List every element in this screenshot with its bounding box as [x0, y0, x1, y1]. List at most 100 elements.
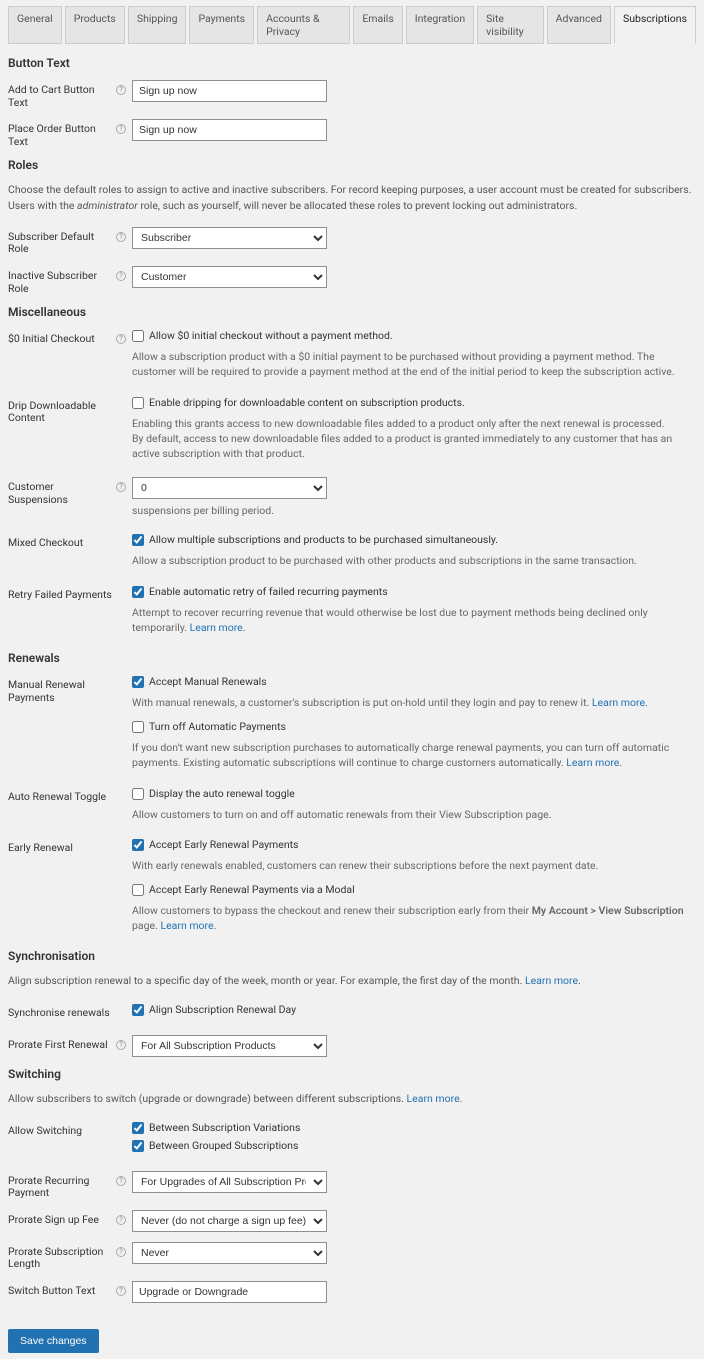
tab-emails[interactable]: Emails [353, 6, 402, 44]
turn-off-auto-checkbox[interactable] [132, 721, 144, 733]
help-icon[interactable]: ? [116, 85, 126, 95]
tab-advanced[interactable]: Advanced [547, 6, 611, 44]
label-customer-suspensions: Customer Suspensions [8, 477, 116, 506]
help-icon[interactable]: ? [116, 1286, 126, 1296]
section-title-switching: Switching [8, 1067, 696, 1081]
roles-description: Choose the default roles to assign to ac… [8, 182, 696, 212]
suspensions-help: suspensions per billing period. [132, 504, 696, 517]
drip-help: Enabling this grants access to new downl… [132, 416, 696, 462]
help-icon[interactable]: ? [116, 124, 126, 134]
prorate-recurring-select[interactable]: For Upgrades of All Subscription Product… [132, 1171, 327, 1193]
label-switch-button-text: Switch Button Text [8, 1281, 116, 1298]
label-prorate-sub-length: Prorate Subscription Length [8, 1242, 116, 1271]
help-icon[interactable]: ? [116, 1215, 126, 1225]
early-renewal-modal-help: Allow customers to bypass the checkout a… [132, 903, 696, 933]
retry-learn-more-link[interactable]: Learn more [190, 621, 243, 634]
label-add-to-cart: Add to Cart Button Text [8, 80, 116, 109]
tab-site-visibility[interactable]: Site visibility [477, 6, 544, 44]
drip-checkbox[interactable] [132, 397, 144, 409]
label-retry-failed: Retry Failed Payments [8, 585, 116, 602]
help-icon[interactable]: ? [116, 271, 126, 281]
sync-description: Align subscription renewal to a specific… [8, 973, 696, 988]
prorate-first-renewal-select[interactable]: For All Subscription Products [132, 1035, 327, 1057]
early-renewal-modal-checkbox-label: Accept Early Renewal Payments via a Moda… [149, 883, 355, 896]
suspensions-select[interactable]: 0 [132, 477, 327, 499]
tab-accounts-privacy[interactable]: Accounts & Privacy [257, 6, 350, 44]
tab-payments[interactable]: Payments [189, 6, 254, 44]
place-order-input[interactable] [132, 119, 327, 141]
auto-renewal-toggle-help: Allow customers to turn on and off autom… [132, 807, 696, 822]
manual-learn-more-link[interactable]: Learn more [592, 696, 645, 709]
zero-initial-checkbox[interactable] [132, 330, 144, 342]
switching-grouped-checkbox[interactable] [132, 1140, 144, 1152]
section-title-renewals: Renewals [8, 651, 696, 665]
label-mixed-checkout: Mixed Checkout [8, 533, 116, 550]
tab-integration[interactable]: Integration [406, 6, 474, 44]
subscriber-default-role-select[interactable]: Subscriber [132, 227, 327, 249]
switching-variations-checkbox-label: Between Subscription Variations [149, 1121, 300, 1134]
drip-checkbox-label: Enable dripping for downloadable content… [149, 396, 465, 409]
retry-failed-help: Attempt to recover recurring revenue tha… [132, 605, 696, 635]
add-to-cart-input[interactable] [132, 80, 327, 102]
section-title-sync: Synchronisation [8, 949, 696, 963]
mixed-checkout-help: Allow a subscription product to be purch… [132, 553, 696, 568]
help-icon[interactable]: ? [116, 334, 126, 344]
save-changes-button[interactable]: Save changes [8, 1329, 99, 1353]
zero-initial-checkbox-label: Allow $0 initial checkout without a paym… [149, 329, 393, 342]
help-icon[interactable]: ? [116, 1040, 126, 1050]
manual-renewals-checkbox[interactable] [132, 676, 144, 688]
help-icon[interactable]: ? [116, 1247, 126, 1257]
prorate-signup-fee-select[interactable]: Never (do not charge a sign up fee) [132, 1210, 327, 1232]
label-place-order: Place Order Button Text [8, 119, 116, 148]
sync-renewals-checkbox-label: Align Subscription Renewal Day [149, 1003, 296, 1016]
tab-general[interactable]: General [8, 6, 62, 44]
tab-products[interactable]: Products [65, 6, 125, 44]
label-inactive-subscriber-role: Inactive Subscriber Role [8, 266, 116, 295]
switching-description: Allow subscribers to switch (upgrade or … [8, 1091, 696, 1106]
auto-renewal-toggle-checkbox[interactable] [132, 788, 144, 800]
label-drip-content: Drip Downloadable Content [8, 396, 116, 425]
early-learn-more-link[interactable]: Learn more [160, 919, 213, 932]
label-manual-renewal: Manual Renewal Payments [8, 675, 116, 704]
inactive-subscriber-role-select[interactable]: Customer [132, 266, 327, 288]
settings-tabs: General Products Shipping Payments Accou… [8, 6, 696, 44]
auto-renewal-toggle-checkbox-label: Display the auto renewal toggle [149, 787, 295, 800]
mixed-checkout-checkbox[interactable] [132, 534, 144, 546]
tab-shipping[interactable]: Shipping [128, 6, 187, 44]
section-title-misc: Miscellaneous [8, 305, 696, 319]
label-prorate-recurring: Prorate Recurring Payment [8, 1171, 116, 1200]
sync-learn-more-link[interactable]: Learn more [525, 974, 578, 987]
label-sync-renewals: Synchronise renewals [8, 1003, 116, 1020]
manual-renewals-help: With manual renewals, a customer's subsc… [132, 695, 696, 710]
label-allow-switching: Allow Switching [8, 1121, 116, 1138]
prorate-sub-length-select[interactable]: Never [132, 1242, 327, 1264]
label-prorate-signup-fee: Prorate Sign up Fee [8, 1210, 116, 1227]
label-early-renewal: Early Renewal [8, 838, 116, 855]
label-zero-initial-checkout: $0 Initial Checkout [8, 329, 116, 346]
retry-failed-checkbox[interactable] [132, 586, 144, 598]
tab-subscriptions[interactable]: Subscriptions [614, 6, 696, 44]
turn-off-auto-checkbox-label: Turn off Automatic Payments [149, 720, 286, 733]
section-title-roles: Roles [8, 158, 696, 172]
switching-learn-more-link[interactable]: Learn more [407, 1092, 460, 1105]
label-auto-renewal-toggle: Auto Renewal Toggle [8, 787, 116, 804]
section-title-button-text: Button Text [8, 56, 696, 70]
early-renewal-checkbox[interactable] [132, 839, 144, 851]
auto-learn-more-link[interactable]: Learn more [566, 756, 619, 769]
early-renewal-help: With early renewals enabled, customers c… [132, 858, 696, 873]
early-renewal-modal-checkbox[interactable] [132, 884, 144, 896]
label-subscriber-default-role: Subscriber Default Role [8, 227, 116, 256]
mixed-checkout-checkbox-label: Allow multiple subscriptions and product… [149, 533, 498, 546]
sync-renewals-checkbox[interactable] [132, 1004, 144, 1016]
manual-renewals-checkbox-label: Accept Manual Renewals [149, 675, 267, 688]
early-renewal-checkbox-label: Accept Early Renewal Payments [149, 838, 298, 851]
help-icon[interactable]: ? [116, 232, 126, 242]
switching-variations-checkbox[interactable] [132, 1122, 144, 1134]
zero-initial-help: Allow a subscription product with a $0 i… [132, 349, 696, 379]
switching-grouped-checkbox-label: Between Grouped Subscriptions [149, 1139, 298, 1152]
switch-button-text-input[interactable] [132, 1281, 327, 1303]
help-icon[interactable]: ? [116, 482, 126, 492]
turn-off-auto-help: If you don't want new subscription purch… [132, 740, 696, 770]
help-icon[interactable]: ? [116, 1176, 126, 1186]
label-prorate-first-renewal: Prorate First Renewal [8, 1035, 116, 1052]
